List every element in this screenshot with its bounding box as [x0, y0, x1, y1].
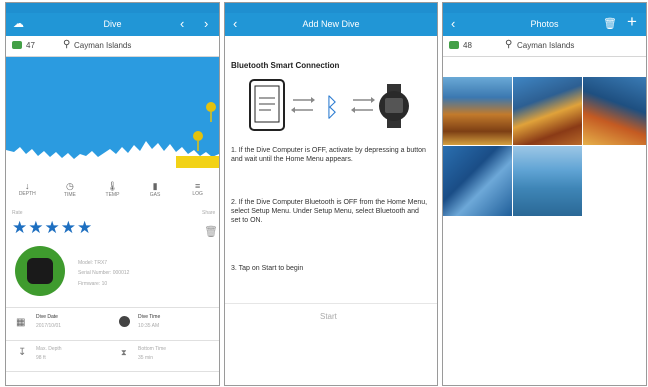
dive-count: 48: [463, 41, 472, 50]
trash-icon[interactable]: 🗑: [204, 225, 218, 238]
metric-item[interactable]: ◷ TIME: [52, 181, 88, 198]
start-button[interactable]: Start: [320, 312, 337, 321]
watch-face: [27, 258, 53, 284]
dive-watch-icon: [379, 84, 409, 128]
metric-item[interactable]: ≡ LOG: [180, 181, 216, 198]
metric-item[interactable]: ↓ DEPTH: [9, 181, 45, 198]
metric-item[interactable]: ▮ GAS: [137, 181, 173, 198]
add-new-dive-screen: ‹ Add New Dive Bluetooth Smart Connectio…: [224, 2, 438, 386]
device-serial: Serial Number: 000012: [78, 270, 130, 276]
photo-thumbnail[interactable]: [583, 77, 646, 145]
device-model: Model: TRX7: [78, 260, 108, 266]
bottom-time-value: 35 min: [138, 355, 154, 361]
nav-bar: ‹ Add New Dive: [225, 13, 437, 36]
location-label: Cayman Islands: [517, 41, 575, 50]
divider: [6, 340, 219, 341]
location-icon: ⚲: [505, 39, 513, 50]
dive-date-value: 2017/10/01: [36, 323, 62, 329]
instruction-step-2: 2. If the Dive Computer Bluetooth is OFF…: [231, 199, 428, 224]
dive-time-value: 10:35 AM: [138, 323, 160, 329]
location-label: Cayman Islands: [74, 41, 132, 50]
tank-icon: ▮: [152, 181, 158, 191]
status-bar: [6, 3, 219, 13]
dive-count-badge: [12, 41, 22, 49]
depth-marker-icon: ↧: [18, 347, 27, 358]
nav-bar: ‹ Photos 🗑 +: [443, 13, 646, 36]
pairing-illustration: ᛒ: [249, 79, 409, 131]
photo-thumbnail[interactable]: [443, 146, 512, 216]
dive-count-badge: [449, 41, 459, 49]
page-title: Add New Dive: [302, 19, 360, 29]
tablet-icon: [249, 79, 285, 131]
trash-icon[interactable]: 🗑: [603, 15, 617, 33]
chevron-left-icon[interactable]: ‹: [180, 15, 184, 33]
info-bar: 48 ⚲ Cayman Islands: [443, 36, 646, 57]
photo-thumbnail[interactable]: [443, 77, 512, 145]
bluetooth-icon: ᛒ: [324, 93, 340, 123]
status-bar: [225, 3, 437, 13]
dive-time-label: Dive Time: [138, 314, 161, 320]
instruction-step-3: 3. Tap on Start to begin: [231, 265, 304, 272]
instruction-step-1: 1. If the Dive Computer is OFF, activate…: [231, 147, 426, 163]
dive-profile-chart[interactable]: [6, 57, 219, 177]
location-icon: ⚲: [63, 39, 71, 50]
status-bar: [443, 3, 646, 13]
divider: [6, 371, 219, 372]
metric-item[interactable]: 🌡 TEMP: [94, 181, 130, 198]
share-label: Share: [202, 210, 216, 216]
rate-label: Rate: [12, 210, 23, 216]
star-rating[interactable]: ★★★★★: [12, 218, 93, 238]
chevron-right-icon[interactable]: ›: [204, 15, 208, 33]
pin-tooltip: [176, 156, 219, 168]
timer-icon: ⧗: [121, 348, 127, 357]
divider: [225, 303, 437, 304]
clock-icon: [119, 316, 130, 327]
dive-computer-image: [15, 246, 65, 296]
plus-icon[interactable]: +: [627, 13, 637, 31]
dive-detail-screen: ☁ Dive ‹ › 47 ⚲ Cayman Islands ↓ DEPTH ◷ T…: [5, 2, 220, 386]
metric-row: ↓ DEPTH ◷ TIME 🌡 TEMP ▮ GAS ≡ LOG: [6, 181, 219, 198]
photo-thumbnail[interactable]: [513, 146, 582, 216]
photos-screen: ‹ Photos 🗑 + 48 ⚲ Cayman Islands: [442, 2, 647, 386]
thermometer-icon: 🌡: [106, 181, 119, 191]
time-icon: ◷: [65, 181, 74, 191]
dive-count: 47: [26, 41, 35, 50]
max-depth-label: Max. Depth: [36, 346, 62, 352]
info-bar: 47 ⚲ Cayman Islands: [6, 36, 219, 57]
page-title: Dive: [103, 19, 122, 29]
bluetooth-heading: Bluetooth Smart Connection: [231, 61, 340, 70]
max-depth-value: 98 ft: [36, 355, 46, 361]
divider: [6, 307, 219, 308]
photo-thumbnail[interactable]: [513, 77, 582, 145]
dive-date-label: Dive Date: [36, 314, 58, 320]
bottom-time-label: Bottom Time: [138, 346, 167, 352]
log-icon: ≡: [195, 181, 201, 191]
nav-bar: ☁ Dive ‹ ›: [6, 13, 219, 36]
calendar-icon: ▦: [16, 317, 26, 328]
depth-icon: ↓: [25, 181, 30, 191]
device-firmware: Firmware: 10: [78, 281, 108, 287]
